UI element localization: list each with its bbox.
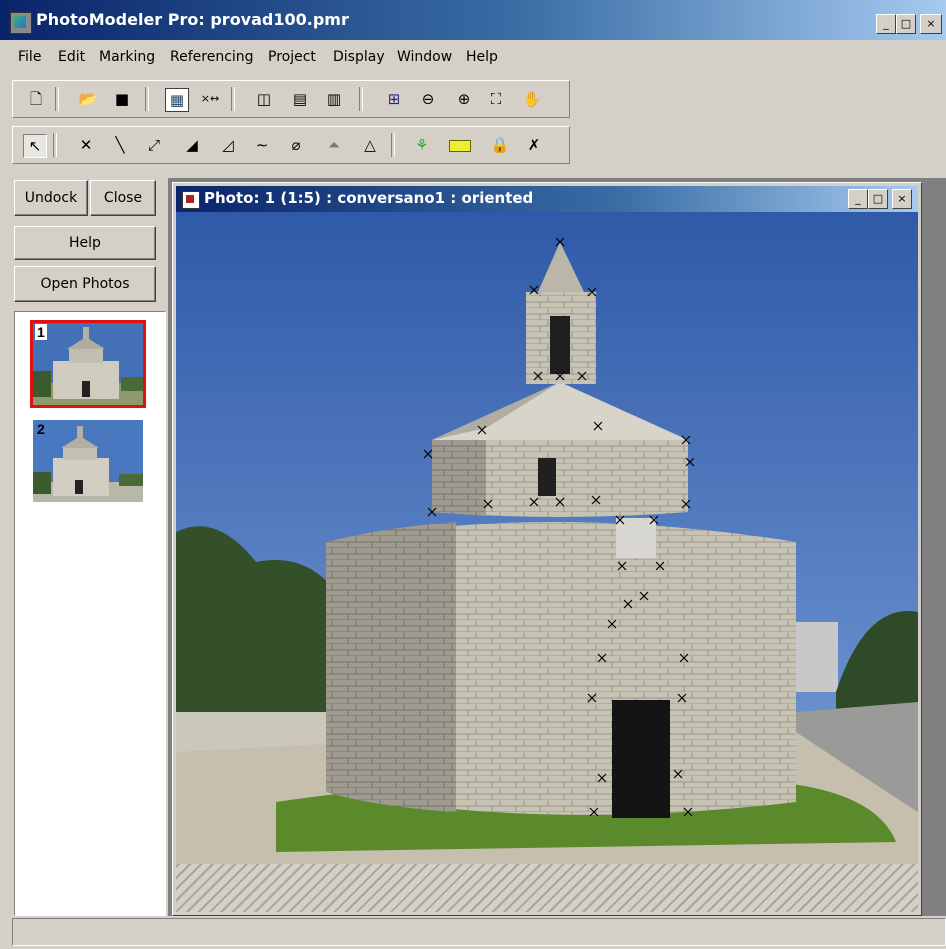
thumbnail-photo-2[interactable]: 2 <box>33 420 143 502</box>
toolbar-marking: ↖ ✕ ╲ ⤢ ◢ ◿ ∼ ⌀ ⏶ △ ⚘ 🔒 ✗ <box>12 126 570 164</box>
point-table-icon[interactable]: ×↔ <box>199 88 221 110</box>
measure-ruler-icon[interactable] <box>449 140 471 152</box>
delete-mark-icon[interactable]: ✗ <box>523 134 545 156</box>
photo-view[interactable] <box>176 212 918 912</box>
select-arrow-icon[interactable]: ↖ <box>23 134 47 158</box>
thumbnail-photo-1[interactable]: 1 <box>30 320 146 408</box>
menu-referencing[interactable]: Referencing <box>170 49 254 65</box>
photo-close-button[interactable]: × <box>892 189 912 209</box>
new-file-icon[interactable]: 🗋 <box>25 88 47 110</box>
photo-table-icon[interactable]: ▦ <box>165 88 189 112</box>
photo-window-title: Photo: 1 (1:5) : conversano1 : oriented <box>204 189 534 207</box>
maximize-button[interactable]: □ <box>896 14 916 34</box>
edge-icon[interactable]: ⤢ <box>143 134 165 156</box>
menu-window[interactable]: Window <box>397 49 452 65</box>
app-icon[interactable] <box>10 12 32 34</box>
photo-thumbnail-panel: 1 2 <box>14 311 166 916</box>
window-title: PhotoModeler Pro: provad100.pmr <box>36 10 349 29</box>
menu-file[interactable]: File <box>18 49 41 65</box>
thumbnail-image-2 <box>33 420 143 502</box>
status-bar <box>12 918 946 946</box>
table-view-icon[interactable]: ▤ <box>289 88 311 110</box>
photo-window-icon <box>182 191 200 209</box>
point-mark-icon[interactable]: ✕ <box>75 134 97 156</box>
menu-marking[interactable]: Marking <box>99 49 155 65</box>
cylinder-icon[interactable]: ◢ <box>181 134 203 156</box>
minimize-button[interactable]: _ <box>876 14 896 34</box>
close-window-button[interactable]: × <box>920 14 942 34</box>
thumbnail-image-1 <box>33 323 143 405</box>
menu-bar: File Edit Marking Referencing Project Di… <box>0 44 946 72</box>
3d-viewer-icon[interactable]: ◫ <box>253 88 275 110</box>
pan-hand-icon[interactable]: ✋ <box>521 88 543 110</box>
zoom-region-icon[interactable]: ⊞ <box>383 88 405 110</box>
menu-display[interactable]: Display <box>333 49 385 65</box>
tube-icon[interactable]: ⌀ <box>285 134 307 156</box>
menu-project[interactable]: Project <box>268 49 316 65</box>
surface-icon[interactable]: ◿ <box>217 134 239 156</box>
close-dock-button[interactable]: Close <box>90 180 156 216</box>
zoom-fit-icon[interactable]: ⛶ <box>485 88 507 110</box>
open-photos-button[interactable]: Open Photos <box>14 266 156 302</box>
undock-button[interactable]: Undock <box>14 180 88 216</box>
photo-minimize-button[interactable]: _ <box>848 189 868 209</box>
line-icon[interactable]: ╲ <box>109 134 131 156</box>
lock-icon[interactable]: 🔒 <box>489 134 511 156</box>
open-folder-icon[interactable]: 📂 <box>77 88 99 110</box>
photo-maximize-button[interactable]: □ <box>868 189 888 209</box>
zoom-out-icon[interactable]: ⊖ <box>417 88 439 110</box>
table-alt-icon[interactable]: ▥ <box>323 88 345 110</box>
thumbnail-number-1: 1 <box>35 324 47 340</box>
help-button[interactable]: Help <box>14 226 156 260</box>
save-icon[interactable]: ■ <box>111 88 133 110</box>
zoom-in-icon[interactable]: ⊕ <box>453 88 475 110</box>
toolbar-main: 🗋 📂 ■ ▦ ×↔ ◫ ▤ ▥ ⊞ ⊖ ⊕ ⛶ ✋ <box>12 80 570 118</box>
auto-surface-icon[interactable]: ⚘ <box>411 134 433 156</box>
curve-icon[interactable]: ∼ <box>251 134 273 156</box>
menu-edit[interactable]: Edit <box>58 49 85 65</box>
path-icon[interactable]: △ <box>359 134 381 156</box>
church-photograph[interactable] <box>176 212 918 864</box>
thumbnail-number-2: 2 <box>37 421 45 437</box>
cone-icon[interactable]: ⏶ <box>323 134 345 156</box>
menu-help[interactable]: Help <box>466 49 498 65</box>
